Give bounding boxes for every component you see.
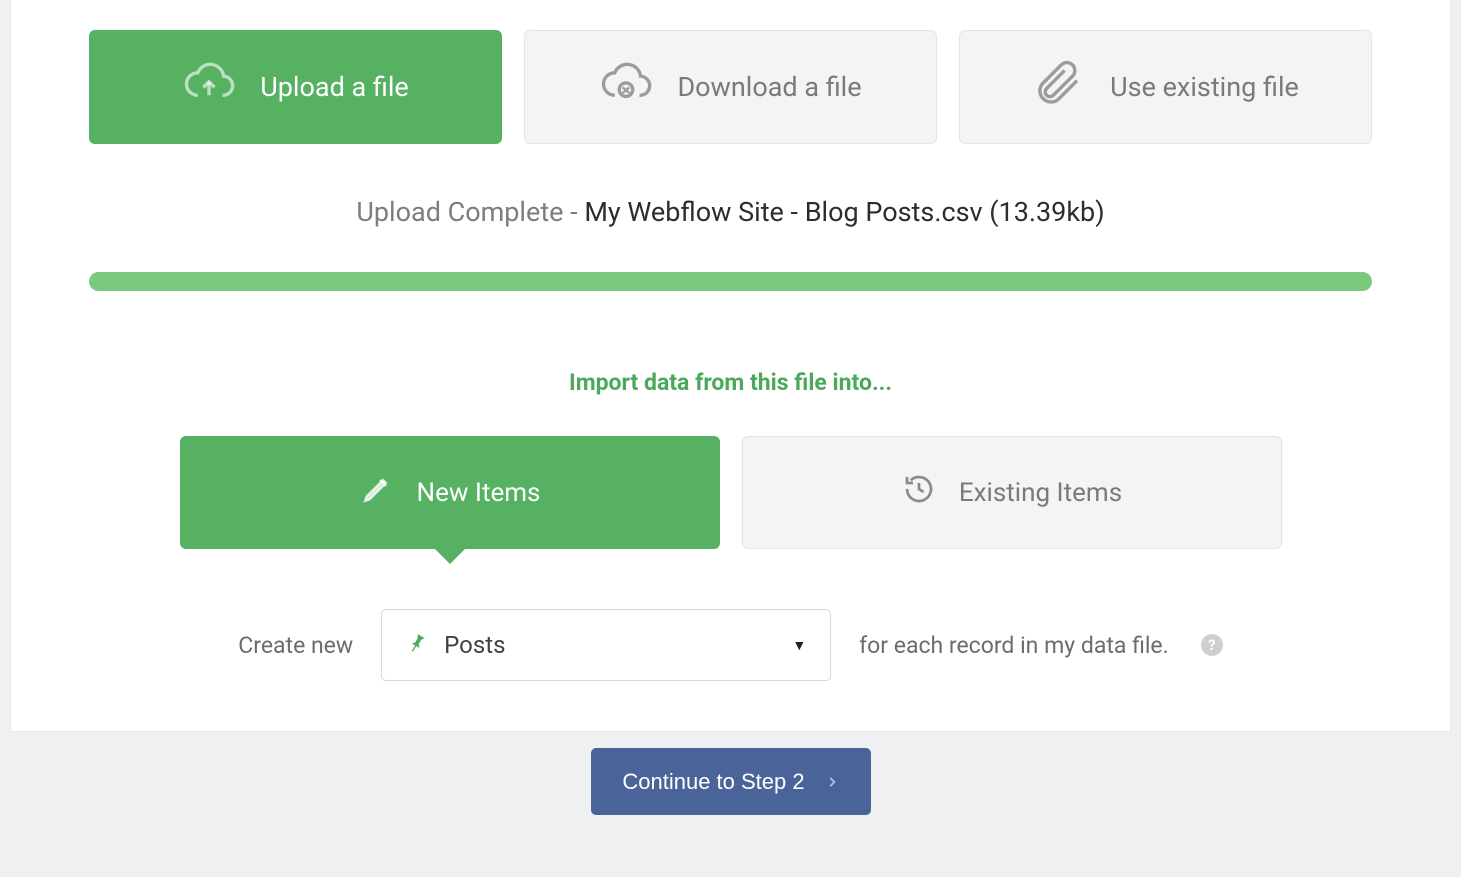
continue-button-label: Continue to Step 2 — [622, 769, 804, 795]
chevron-right-icon — [825, 769, 839, 795]
file-source-options: Upload a file Download a file Use existi… — [89, 30, 1372, 144]
footer: Continue to Step 2 — [0, 732, 1461, 815]
upload-progress-bar — [89, 272, 1372, 291]
import-heading: Import data from this file into... — [89, 369, 1372, 396]
collection-select[interactable]: Posts ▼ — [381, 609, 831, 681]
upload-file-name: My Webflow Site - Blog Posts.csv — [584, 196, 982, 228]
download-file-option[interactable]: Download a file — [524, 30, 937, 144]
upload-file-option[interactable]: Upload a file — [89, 30, 502, 144]
import-panel: Upload a file Download a file Use existi… — [10, 0, 1451, 732]
upload-status: Upload Complete - My Webflow Site - Blog… — [89, 196, 1372, 228]
pin-icon — [406, 631, 428, 659]
existing-file-label: Use existing file — [1110, 71, 1299, 103]
help-icon[interactable]: ? — [1201, 634, 1223, 656]
create-new-row: Create new Posts ▼ for each record in my… — [89, 609, 1372, 681]
download-file-label: Download a file — [677, 71, 861, 103]
existing-items-option[interactable]: Existing Items — [742, 436, 1282, 549]
chevron-down-icon: ▼ — [792, 637, 806, 654]
continue-button[interactable]: Continue to Step 2 — [591, 748, 871, 815]
pencil-icon — [359, 471, 395, 514]
new-items-option[interactable]: New Items — [180, 436, 720, 549]
paperclip-icon — [1032, 57, 1086, 118]
cloud-upload-icon — [182, 57, 236, 118]
existing-items-label: Existing Items — [959, 478, 1122, 508]
create-new-label: Create new — [238, 632, 353, 659]
upload-file-size: (13.39kb) — [989, 196, 1104, 228]
item-mode-options: New Items Existing Items — [89, 436, 1372, 549]
history-icon — [901, 471, 937, 514]
cloud-download-icon — [599, 57, 653, 118]
upload-status-prefix: Upload Complete — [356, 196, 563, 228]
upload-file-label: Upload a file — [260, 71, 408, 103]
existing-file-option[interactable]: Use existing file — [959, 30, 1372, 144]
collection-select-value: Posts — [444, 631, 505, 659]
new-items-label: New Items — [417, 478, 541, 508]
upload-status-sep: - — [563, 196, 584, 228]
create-new-suffix: for each record in my data file. — [859, 632, 1169, 659]
